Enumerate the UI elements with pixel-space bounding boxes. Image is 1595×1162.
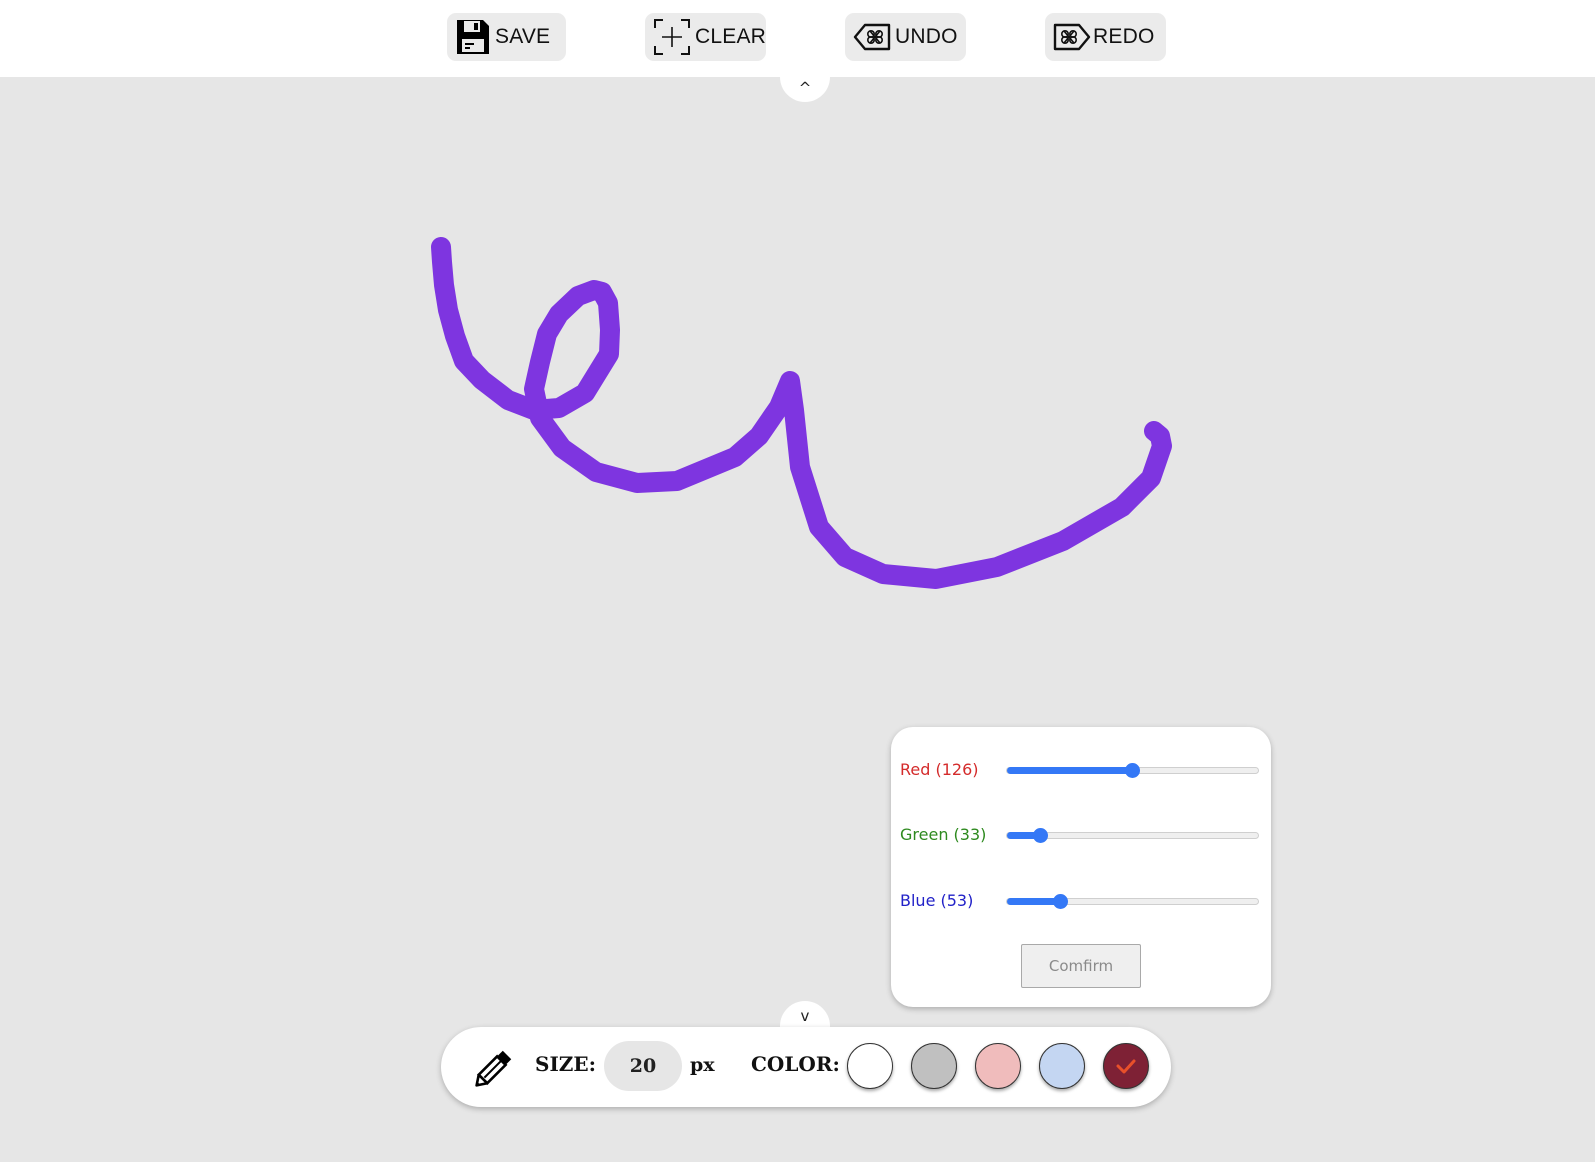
- confirm-color-button[interactable]: Comfirm: [1021, 944, 1141, 988]
- undo-label: UNDO: [895, 25, 958, 48]
- red-slider[interactable]: [1006, 763, 1259, 778]
- color-swatch-light-blue[interactable]: [1039, 1043, 1085, 1089]
- drawing-canvas[interactable]: [0, 0, 1595, 1162]
- blue-slider[interactable]: [1006, 894, 1259, 909]
- size-label: SIZE:: [535, 1052, 597, 1076]
- forward-delete-icon: [1053, 23, 1091, 51]
- pencil-icon[interactable]: [472, 1045, 518, 1094]
- color-swatch-gray[interactable]: [911, 1043, 957, 1089]
- redo-button[interactable]: REDO: [1045, 13, 1166, 61]
- green-slider-thumb[interactable]: [1033, 828, 1048, 843]
- checkmark-icon: [1116, 1059, 1136, 1074]
- green-slider-label: Green (33): [900, 825, 987, 844]
- red-slider-fill: [1007, 767, 1132, 774]
- red-slider-thumb[interactable]: [1125, 763, 1140, 778]
- color-picker-panel: Red (126) Green (33) Blue (53) Comfirm: [891, 727, 1271, 1007]
- green-slider[interactable]: [1006, 828, 1259, 843]
- chevron-down-icon: v: [800, 1007, 810, 1025]
- clear-button[interactable]: CLEAR: [645, 13, 766, 61]
- save-button[interactable]: SAVE: [447, 13, 566, 61]
- red-slider-label: Red (126): [900, 760, 979, 779]
- redo-label: REDO: [1093, 25, 1155, 48]
- size-unit-label: px: [690, 1054, 715, 1076]
- drawn-stroke: [431, 237, 1172, 589]
- chevron-up-icon: ^: [798, 79, 812, 97]
- color-swatch-custom[interactable]: [1103, 1043, 1149, 1089]
- color-label: COLOR:: [751, 1052, 840, 1076]
- size-input[interactable]: [604, 1041, 682, 1091]
- floppy-disk-icon: [455, 18, 491, 56]
- clear-label: CLEAR: [695, 25, 767, 48]
- backspace-icon: [853, 23, 891, 51]
- save-label: SAVE: [495, 25, 551, 48]
- top-toolbar: SAVE CLEAR UNDO REDO: [0, 0, 1595, 77]
- color-swatch-white[interactable]: [847, 1043, 893, 1089]
- blue-slider-label: Blue (53): [900, 891, 974, 910]
- clear-canvas-icon: [653, 18, 691, 56]
- bottom-toolbar: SIZE: px COLOR:: [441, 1027, 1171, 1107]
- undo-button[interactable]: UNDO: [845, 13, 966, 61]
- color-swatch-pink[interactable]: [975, 1043, 1021, 1089]
- blue-slider-thumb[interactable]: [1053, 894, 1068, 909]
